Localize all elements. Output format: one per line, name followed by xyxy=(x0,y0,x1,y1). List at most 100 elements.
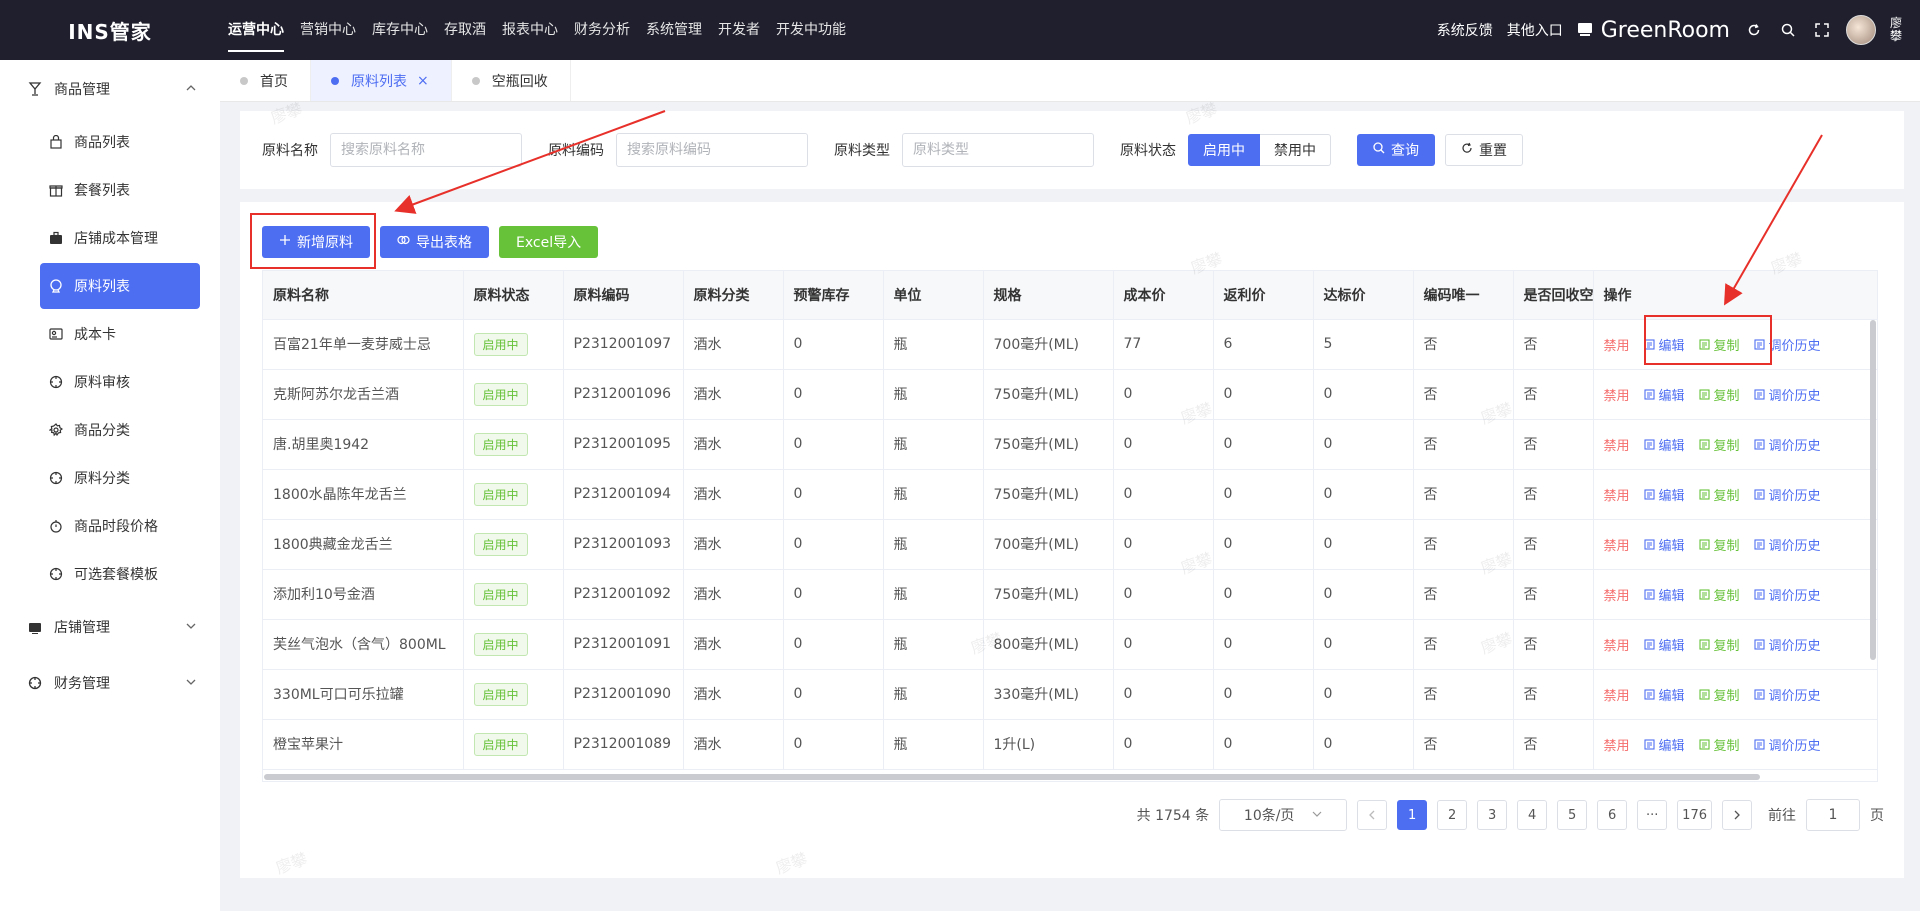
avatar[interactable] xyxy=(1846,15,1876,45)
price-history-button[interactable]: 调价历史 xyxy=(1753,685,1821,704)
edit-button[interactable]: 编辑 xyxy=(1643,335,1685,354)
export-table-button[interactable]: 导出表格 xyxy=(380,226,489,258)
edit-button[interactable]: 编辑 xyxy=(1643,435,1685,454)
copy-button[interactable]: 复制 xyxy=(1698,535,1740,554)
sidebar-group-product[interactable]: 商品管理 xyxy=(0,61,220,117)
top-nav-item[interactable]: 营销中心 xyxy=(292,0,364,60)
sidebar-item-time-price[interactable]: 商品时段价格 xyxy=(40,503,200,549)
disable-button[interactable]: 禁用 xyxy=(1604,485,1630,504)
sidebar-item-store-cost[interactable]: 店铺成本管理 xyxy=(40,215,200,261)
top-nav-item[interactable]: 开发者 xyxy=(710,0,768,60)
query-button[interactable]: 查询 xyxy=(1357,134,1435,166)
user-name[interactable]: 廖攀 xyxy=(1890,17,1904,43)
top-nav-item[interactable]: 系统管理 xyxy=(638,0,710,60)
copy-button[interactable]: 复制 xyxy=(1698,735,1740,754)
name-search-input[interactable] xyxy=(330,133,522,167)
sidebar-item-product-category[interactable]: 商品分类 xyxy=(40,407,200,453)
top-nav-item[interactable]: 库存中心 xyxy=(364,0,436,60)
app-logo[interactable]: INS管家 xyxy=(0,16,220,45)
price-history-button[interactable]: 调价历史 xyxy=(1753,435,1821,454)
copy-button[interactable]: 复制 xyxy=(1698,485,1740,504)
price-history-button[interactable]: 调价历史 xyxy=(1753,635,1821,654)
fullscreen-icon[interactable] xyxy=(1812,20,1832,40)
status-disabled-button[interactable]: 禁用中 xyxy=(1260,134,1331,166)
tab-ingredient-list[interactable]: 原料列表 × xyxy=(311,60,452,101)
refresh-icon[interactable] xyxy=(1744,20,1764,40)
disable-button[interactable]: 禁用 xyxy=(1604,585,1630,604)
page-button[interactable]: 5 xyxy=(1557,800,1588,830)
sidebar-item-package-list[interactable]: 套餐列表 xyxy=(40,167,200,213)
page-button[interactable]: 176 xyxy=(1677,800,1712,830)
disable-button[interactable]: 禁用 xyxy=(1604,385,1630,404)
edit-button[interactable]: 编辑 xyxy=(1643,735,1685,754)
sidebar-item-package-template[interactable]: 可选套餐模板 xyxy=(40,551,200,597)
sidebar-item-ingredient-list[interactable]: 原料列表 xyxy=(40,263,200,309)
page-button[interactable]: 4 xyxy=(1517,800,1548,830)
sidebar-item-product-list[interactable]: 商品列表 xyxy=(40,119,200,165)
edit-button[interactable]: 编辑 xyxy=(1643,535,1685,554)
edit-button[interactable]: 编辑 xyxy=(1643,585,1685,604)
price-history-button[interactable]: 调价历史 xyxy=(1753,335,1821,354)
price-history-button[interactable]: 调价历史 xyxy=(1753,585,1821,604)
vertical-scrollbar[interactable] xyxy=(1870,320,1876,660)
excel-import-button[interactable]: Excel导入 xyxy=(499,226,599,258)
price-history-button[interactable]: 调价历史 xyxy=(1753,485,1821,504)
search-icon[interactable] xyxy=(1778,20,1798,40)
tab-home[interactable]: 首页 xyxy=(220,60,311,101)
goto-page-input[interactable] xyxy=(1806,799,1860,831)
disable-button[interactable]: 禁用 xyxy=(1604,435,1630,454)
sidebar-group-finance[interactable]: 财务管理 xyxy=(0,655,220,711)
sidebar-item-ingredient-audit[interactable]: 原料审核 xyxy=(40,359,200,405)
close-icon[interactable]: × xyxy=(417,73,429,89)
next-page-button[interactable] xyxy=(1722,800,1752,830)
tab-bottle-recycle[interactable]: 空瓶回收 xyxy=(452,60,571,101)
sidebar-item-ingredient-category[interactable]: 原料分类 xyxy=(40,455,200,501)
page-size-select[interactable]: 10条/页 xyxy=(1219,799,1348,831)
store-switcher[interactable]: GreenRoom xyxy=(1577,18,1730,43)
status-enabled-button[interactable]: 启用中 xyxy=(1188,134,1260,166)
copy-button[interactable]: 复制 xyxy=(1698,585,1740,604)
disable-button[interactable]: 禁用 xyxy=(1604,335,1630,354)
copy-button[interactable]: 复制 xyxy=(1698,685,1740,704)
edit-button[interactable]: 编辑 xyxy=(1643,385,1685,404)
history-icon xyxy=(1753,688,1765,700)
reset-button[interactable]: 重置 xyxy=(1445,134,1523,166)
page-button[interactable]: ··· xyxy=(1637,800,1668,830)
page-button[interactable]: 2 xyxy=(1437,800,1468,830)
top-nav-item[interactable]: 报表中心 xyxy=(494,0,566,60)
top-nav-item[interactable]: 财务分析 xyxy=(566,0,638,60)
edit-button[interactable]: 编辑 xyxy=(1643,635,1685,654)
disable-button-label: 禁用 xyxy=(1603,438,1630,454)
disable-button[interactable]: 禁用 xyxy=(1604,635,1630,654)
edit-button[interactable]: 编辑 xyxy=(1643,485,1685,504)
copy-button[interactable]: 复制 xyxy=(1698,385,1740,404)
disable-button[interactable]: 禁用 xyxy=(1604,685,1630,704)
code-search-input[interactable] xyxy=(616,133,808,167)
price-history-button[interactable]: 调价历史 xyxy=(1753,735,1821,754)
sidebar-item-cost-card[interactable]: 成本卡 xyxy=(40,311,200,357)
type-select[interactable] xyxy=(902,133,1094,167)
cell-spec: 750毫升(ML) xyxy=(983,419,1114,470)
edit-button[interactable]: 编辑 xyxy=(1643,685,1685,704)
copy-button[interactable]: 复制 xyxy=(1698,435,1740,454)
page-button[interactable]: 3 xyxy=(1477,800,1508,830)
prev-page-button[interactable] xyxy=(1357,800,1388,830)
top-nav-item[interactable]: 开发中功能 xyxy=(768,0,854,60)
copy-button[interactable]: 复制 xyxy=(1698,335,1740,354)
horizontal-scrollbar[interactable] xyxy=(262,772,1878,782)
copy-button[interactable]: 复制 xyxy=(1698,635,1740,654)
disable-button[interactable]: 禁用 xyxy=(1604,535,1630,554)
other-entry-link[interactable]: 其他入口 xyxy=(1507,20,1563,40)
price-history-button[interactable]: 调价历史 xyxy=(1753,535,1821,554)
sidebar-group-store[interactable]: 店铺管理 xyxy=(0,599,220,655)
top-nav-item[interactable]: 存取酒 xyxy=(436,0,494,60)
disable-button[interactable]: 禁用 xyxy=(1604,735,1630,754)
cell-recycle: 否 xyxy=(1513,719,1594,770)
page-button[interactable]: 6 xyxy=(1597,800,1628,830)
add-ingredient-button[interactable]: 新增原料 xyxy=(262,226,370,258)
scrollbar-thumb[interactable] xyxy=(264,774,1760,780)
price-history-button[interactable]: 调价历史 xyxy=(1753,385,1821,404)
top-nav-item[interactable]: 运营中心 xyxy=(220,0,292,60)
feedback-link[interactable]: 系统反馈 xyxy=(1437,20,1493,40)
page-button[interactable]: 1 xyxy=(1397,800,1428,830)
